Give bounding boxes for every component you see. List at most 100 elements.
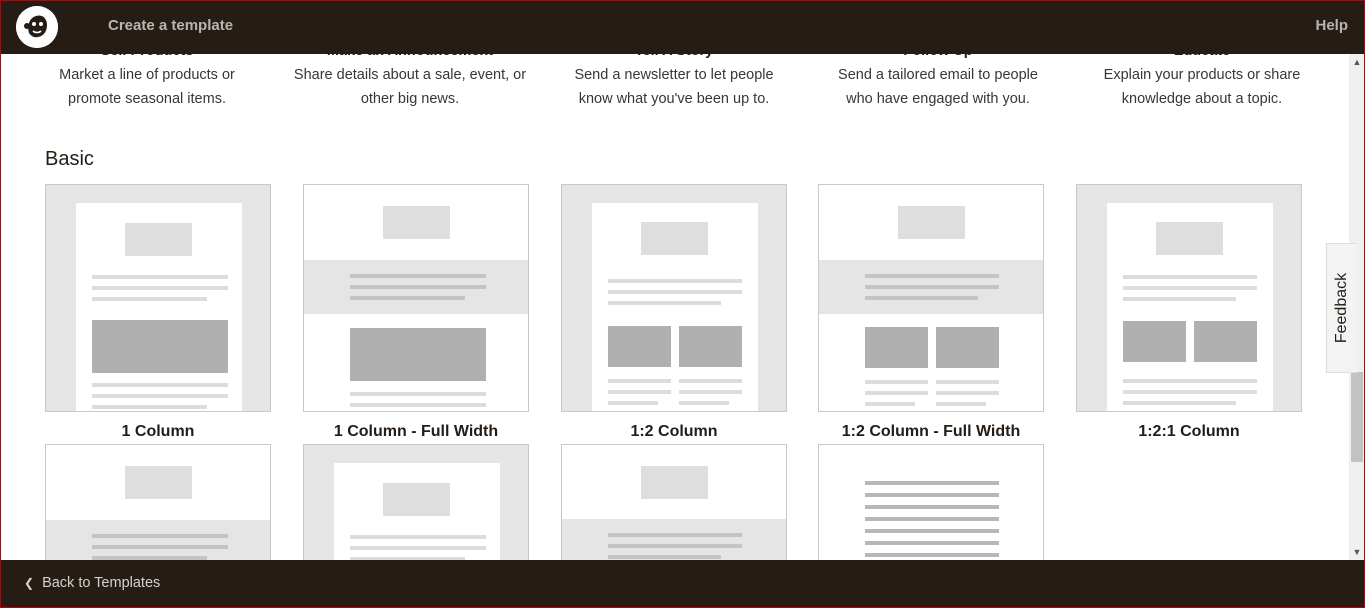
- template-gallery: Sell Products Market a line of products …: [0, 54, 1349, 560]
- preview-text-line: [608, 379, 671, 383]
- template-card-1-column-full-width[interactable]: [303, 184, 529, 412]
- preview-text-line: [865, 402, 915, 406]
- preview-text-line: [865, 517, 999, 521]
- category-title: Sell Products: [17, 54, 277, 63]
- preview-text-line: [936, 380, 999, 384]
- preview-text-line: [1123, 401, 1236, 405]
- top-bar: Create a template Help: [0, 0, 1365, 54]
- template-card-1-2-column-full-width[interactable]: [818, 184, 1044, 412]
- preview-text-line: [608, 290, 742, 294]
- category-desc-line1: Share details about a sale, event, or: [293, 67, 527, 83]
- category-desc-line1: Send a tailored email to people: [838, 67, 1038, 83]
- preview-text-line: [679, 401, 729, 405]
- preview-text-line: [350, 403, 486, 407]
- preview-text-line: [92, 405, 207, 409]
- preview-logo-block: [125, 466, 192, 499]
- preview-text-line: [92, 534, 228, 538]
- template-label[interactable]: 1 Column: [44, 423, 272, 441]
- template-card-row2-2[interactable]: [303, 444, 529, 560]
- category-desc-line2: promote seasonal items.: [68, 91, 226, 107]
- template-card-row2-3[interactable]: [561, 444, 787, 560]
- back-to-templates-link[interactable]: ❮ Back to Templates: [24, 575, 160, 591]
- preview-logo-block: [383, 206, 450, 239]
- category-title: Tell A Story: [544, 54, 804, 63]
- preview-text-line: [865, 505, 999, 509]
- preview-text-line: [92, 297, 207, 301]
- preview-text-line: [92, 394, 228, 398]
- preview-text-line: [936, 391, 999, 395]
- template-card-1-column[interactable]: [45, 184, 271, 412]
- preview-logo-block: [125, 223, 192, 256]
- preview-text-line: [865, 541, 999, 545]
- scroll-down-arrow-icon[interactable]: ▼: [1349, 544, 1365, 560]
- preview-text-line: [92, 286, 228, 290]
- section-title-basic: Basic: [45, 148, 94, 170]
- template-card-row2-4[interactable]: [818, 444, 1044, 560]
- preview-text-line: [679, 379, 742, 383]
- preview-text-line: [608, 401, 658, 405]
- category-desc-line1: Market a line of products or: [59, 67, 235, 83]
- preview-image-block: [865, 327, 928, 368]
- preview-text-line: [679, 390, 742, 394]
- template-label[interactable]: 1:2 Column - Full Width: [817, 423, 1045, 441]
- category-desc-line2: other big news.: [360, 91, 460, 107]
- page-title: Create a template: [108, 17, 234, 34]
- category-tell-a-story[interactable]: Tell A Story Send a newsletter to let pe…: [544, 54, 804, 111]
- category-desc-line2: know what you've been up to.: [578, 91, 770, 107]
- preview-text-line: [936, 402, 986, 406]
- mailchimp-logo-icon[interactable]: [16, 6, 58, 48]
- preview-text-line: [1123, 379, 1257, 383]
- preview-text-line: [350, 296, 465, 300]
- preview-full-band: [562, 519, 786, 560]
- category-title: Follow Up: [808, 54, 1068, 63]
- preview-text-line: [350, 285, 486, 289]
- template-label[interactable]: 1 Column - Full Width: [302, 423, 530, 441]
- category-make-announcement[interactable]: Make an Announcement Share details about…: [280, 54, 540, 111]
- feedback-label: Feedback: [1333, 272, 1350, 344]
- preview-text-line: [865, 493, 999, 497]
- preview-text-line: [865, 481, 999, 485]
- preview-text-line: [350, 535, 486, 539]
- template-card-1-2-1-column[interactable]: [1076, 184, 1302, 412]
- category-follow-up[interactable]: Follow Up Send a tailored email to peopl…: [808, 54, 1068, 111]
- preview-text-line: [865, 274, 999, 278]
- preview-logo-block: [1156, 222, 1223, 255]
- preview-text-line: [865, 380, 928, 384]
- category-sell-products[interactable]: Sell Products Market a line of products …: [17, 54, 277, 111]
- preview-image-block: [936, 327, 999, 368]
- help-link[interactable]: Help: [1315, 17, 1348, 34]
- preview-logo-block: [898, 206, 965, 239]
- back-label: Back to Templates: [42, 575, 161, 591]
- category-educate[interactable]: Educate Explain your products or share kn…: [1072, 54, 1332, 111]
- preview-image-block: [1123, 321, 1186, 362]
- preview-image-block: [92, 320, 228, 373]
- template-label[interactable]: 1:2 Column: [560, 423, 788, 441]
- preview-text-line: [92, 545, 228, 549]
- preview-text-line: [350, 546, 486, 550]
- preview-text-line: [92, 275, 228, 279]
- preview-text-line: [608, 301, 721, 305]
- preview-image-block: [679, 326, 742, 367]
- preview-text-line: [608, 533, 742, 537]
- preview-text-line: [1123, 297, 1236, 301]
- template-card-1-2-column[interactable]: [561, 184, 787, 412]
- preview-text-line: [865, 391, 928, 395]
- preview-text-line: [865, 285, 999, 289]
- preview-image-block: [608, 326, 671, 367]
- scroll-thumb[interactable]: [1351, 372, 1363, 462]
- preview-text-line: [608, 555, 721, 559]
- preview-image-block: [350, 328, 486, 381]
- preview-text-line: [865, 553, 999, 557]
- template-card-row2-1[interactable]: [45, 444, 271, 560]
- preview-logo-block: [383, 483, 450, 516]
- category-title: Make an Announcement: [280, 54, 540, 63]
- preview-text-line: [92, 383, 228, 387]
- preview-full-band: [46, 520, 270, 560]
- preview-text-line: [865, 529, 999, 533]
- bottom-bar: ❮ Back to Templates: [0, 560, 1365, 608]
- template-label[interactable]: 1:2:1 Column: [1075, 423, 1303, 441]
- feedback-tab[interactable]: Feedback: [1326, 243, 1357, 373]
- scroll-up-arrow-icon[interactable]: ▲: [1349, 54, 1365, 70]
- preview-text-line: [1123, 390, 1257, 394]
- preview-text-line: [350, 392, 486, 396]
